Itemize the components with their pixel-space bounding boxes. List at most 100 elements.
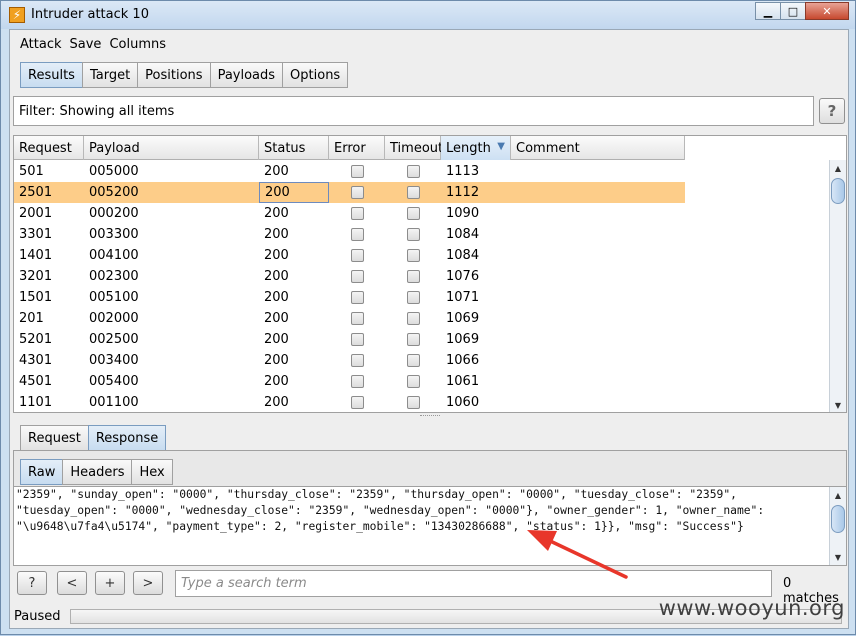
error-checkbox[interactable] [350, 207, 364, 220]
col-request[interactable]: Request [14, 136, 84, 160]
error-checkbox[interactable] [350, 291, 364, 304]
cell-timeout [385, 287, 441, 308]
response-scrollbar[interactable]: ▲ ▼ [829, 487, 846, 565]
search-input[interactable] [175, 570, 772, 597]
timeout-checkbox[interactable] [406, 165, 420, 178]
tab-target[interactable]: Target [81, 62, 139, 88]
error-checkbox[interactable] [350, 165, 364, 178]
tab-payloads[interactable]: Payloads [209, 62, 284, 88]
scroll-thumb[interactable] [831, 505, 845, 533]
tab-request[interactable]: Request [20, 425, 89, 451]
cell-error [329, 182, 385, 203]
search-help-button[interactable]: ? [17, 571, 47, 595]
error-checkbox[interactable] [350, 312, 364, 325]
timeout-checkbox[interactable] [406, 312, 420, 325]
cell-length: 1071 [446, 290, 480, 305]
search-add-button[interactable]: + [95, 571, 125, 595]
filter-help-button[interactable]: ? [819, 98, 845, 124]
timeout-checkbox[interactable] [406, 291, 420, 304]
timeout-checkbox[interactable] [406, 396, 420, 409]
error-checkbox[interactable] [350, 396, 364, 409]
minimize-icon[interactable]: ▁ [755, 2, 781, 20]
menu-columns[interactable]: Columns [109, 37, 166, 52]
cell-payload: 005000 [89, 164, 139, 179]
cell-length: 1060 [446, 395, 480, 410]
timeout-checkbox[interactable] [406, 333, 420, 346]
tab-results[interactable]: Results [20, 62, 83, 88]
table-row[interactable]: 5201 002500 200 1069 [14, 329, 685, 350]
cell-length: 1069 [446, 311, 480, 326]
client-area: Attack Save Columns Results Target Posit… [9, 29, 849, 629]
intruder-window: ⚡ Intruder attack 10 ▁ □ ✕ Attack Save C… [0, 0, 856, 635]
table-row[interactable]: 4501 005400 200 1061 [14, 371, 685, 392]
splitter-handle[interactable] [420, 415, 440, 419]
title-bar[interactable]: ⚡ Intruder attack 10 ▁ □ ✕ [1, 1, 855, 29]
cell-length: 1090 [446, 206, 480, 221]
cell-request: 1101 [19, 395, 53, 410]
cell-length: 1061 [446, 374, 480, 389]
tab-options[interactable]: Options [282, 62, 349, 88]
tab-headers[interactable]: Headers [62, 459, 133, 485]
cell-payload: 005400 [89, 374, 139, 389]
cell-error [329, 392, 385, 412]
col-comment[interactable]: Comment [511, 136, 685, 160]
error-checkbox[interactable] [350, 270, 364, 283]
error-checkbox[interactable] [350, 375, 364, 388]
cell-status: 200 [264, 395, 289, 410]
scroll-up-icon[interactable]: ▲ [830, 487, 846, 503]
timeout-checkbox[interactable] [406, 249, 420, 262]
maximize-icon[interactable]: □ [780, 2, 806, 20]
cell-comment [511, 350, 685, 371]
cell-payload: 005100 [89, 290, 139, 305]
table-row[interactable]: 1501 005100 200 1071 [14, 287, 685, 308]
timeout-checkbox[interactable] [406, 354, 420, 367]
cell-comment [511, 308, 685, 329]
search-next-button[interactable]: > [133, 571, 163, 595]
filter-bar[interactable]: Filter: Showing all items [13, 96, 814, 126]
timeout-checkbox[interactable] [406, 375, 420, 388]
cell-payload: 002300 [89, 269, 139, 284]
table-row[interactable]: 2501 005200 200 1112 [14, 182, 685, 203]
col-payload[interactable]: Payload [84, 136, 259, 160]
table-row[interactable]: 1401 004100 200 1084 [14, 245, 685, 266]
response-body[interactable]: "2359", "sunday_open": "0000", "thursday… [13, 486, 847, 566]
error-checkbox[interactable] [350, 186, 364, 199]
close-icon[interactable]: ✕ [805, 2, 849, 20]
col-error[interactable]: Error [329, 136, 385, 160]
cell-timeout [385, 392, 441, 412]
error-checkbox[interactable] [350, 333, 364, 346]
table-scrollbar[interactable]: ▲ ▼ [829, 160, 846, 412]
scroll-up-icon[interactable]: ▲ [830, 160, 846, 176]
scroll-thumb[interactable] [831, 178, 845, 204]
search-prev-button[interactable]: < [57, 571, 87, 595]
table-row[interactable]: 4301 003400 200 1066 [14, 350, 685, 371]
col-length[interactable]: Length ▼ [441, 136, 511, 160]
menu-save[interactable]: Save [70, 37, 102, 52]
table-row[interactable]: 3201 002300 200 1076 [14, 266, 685, 287]
timeout-checkbox[interactable] [406, 186, 420, 199]
cell-error [329, 371, 385, 392]
col-timeout[interactable]: Timeout [385, 136, 443, 160]
table-row[interactable]: 1101 001100 200 1060 [14, 392, 685, 412]
tab-positions[interactable]: Positions [137, 62, 211, 88]
scroll-down-icon[interactable]: ▼ [830, 397, 846, 412]
table-row[interactable]: 3301 003300 200 1084 [14, 224, 685, 245]
error-checkbox[interactable] [350, 228, 364, 241]
table-row[interactable]: 2001 000200 200 1090 [14, 203, 685, 224]
cell-payload: 002500 [89, 332, 139, 347]
timeout-checkbox[interactable] [406, 228, 420, 241]
tab-raw[interactable]: Raw [20, 459, 64, 485]
tab-hex[interactable]: Hex [131, 459, 173, 485]
scroll-down-icon[interactable]: ▼ [830, 549, 846, 565]
table-row[interactable]: 201 002000 200 1069 [14, 308, 685, 329]
timeout-checkbox[interactable] [406, 270, 420, 283]
error-checkbox[interactable] [350, 249, 364, 262]
cell-payload: 001100 [89, 395, 139, 410]
table-row[interactable]: 501 005000 200 1113 [14, 161, 685, 182]
menu-attack[interactable]: Attack [20, 37, 62, 52]
tab-response[interactable]: Response [87, 425, 167, 451]
col-status[interactable]: Status [259, 136, 329, 160]
cell-timeout [385, 182, 441, 203]
timeout-checkbox[interactable] [406, 207, 420, 220]
error-checkbox[interactable] [350, 354, 364, 367]
